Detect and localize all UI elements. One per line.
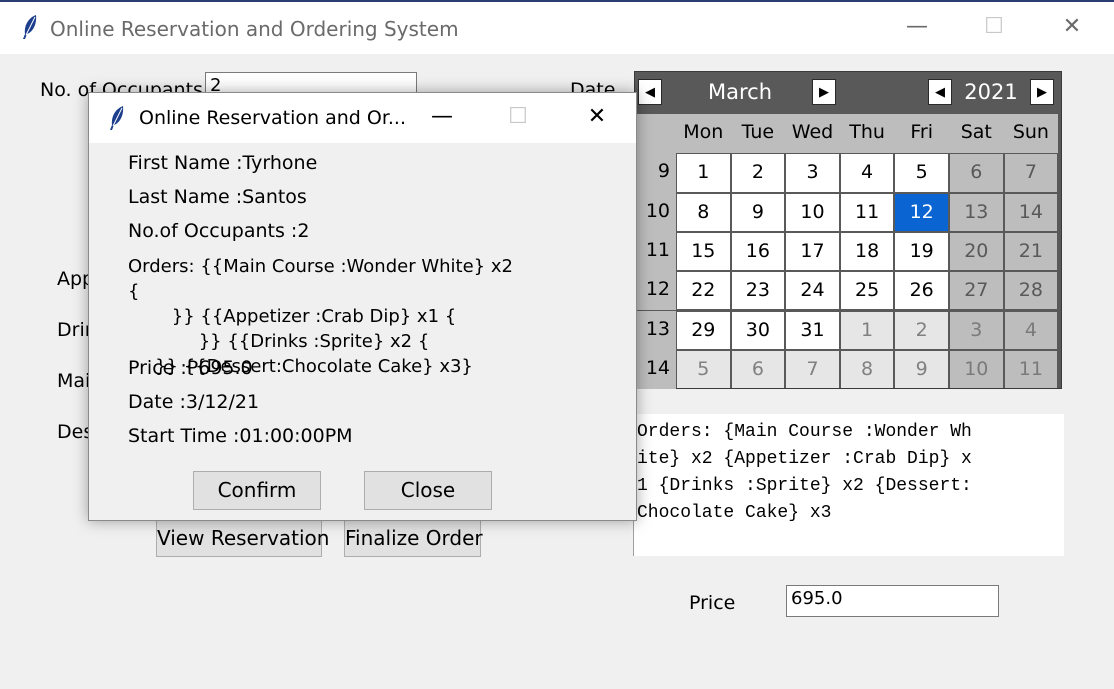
day-header: Wed [785,114,840,154]
dialog-close-action-button[interactable]: Close [364,471,492,510]
calendar-day[interactable]: 11 [1004,350,1058,389]
calendar-day[interactable]: 2 [731,154,785,192]
week-number: 10 [635,192,676,232]
calendar-day[interactable]: 21 [1004,232,1058,271]
prev-month-button[interactable]: ◀ [638,79,662,105]
calendar-day[interactable]: 28 [1004,272,1058,310]
week-number: 13 [635,310,676,350]
finalize-order-button[interactable]: Finalize Order [344,520,483,557]
day-header: Thu [839,114,895,154]
calendar-day[interactable]: 31 [786,311,839,349]
maximize-button[interactable]: ☐ [974,14,1014,39]
main-window-title: Online Reservation and Ordering System [50,17,459,41]
calendar-day[interactable]: 8 [677,193,730,231]
calendar-day[interactable]: 1 [840,311,894,349]
calendar-day[interactable]: 10 [786,193,839,231]
calendar[interactable]: ◀ March ▶ ◀ 2021 ▶ Mon Tue Wed Thu Fri Sat Sun… [634,71,1062,390]
calendar-day[interactable]: 3 [950,311,1003,349]
week-number: 14 [635,349,676,390]
price-input[interactable]: 695.0 [786,585,999,617]
calendar-day[interactable]: 1 [677,154,730,192]
price-text: Price :P695.0 [128,357,253,379]
day-header: Mon [676,114,731,154]
prev-year-button[interactable]: ◀ [928,79,952,105]
calendar-day[interactable]: 17 [786,232,839,271]
orders-textbox[interactable]: Orders: {Main Course :Wonder Wh ite} x2 … [634,414,1064,556]
dialog-maximize-button[interactable]: ☐ [498,104,538,129]
feather-icon [110,106,124,130]
calendar-day[interactable]: 7 [1004,154,1058,192]
occupants-text: No.of Occupants :2 [128,220,310,242]
calendar-day[interactable]: 19 [895,232,948,271]
calendar-corner [635,114,676,154]
calendar-day[interactable]: 4 [1004,311,1058,349]
date-text: Date :3/12/21 [128,391,260,413]
calendar-day[interactable]: 30 [731,311,785,349]
calendar-day[interactable]: 5 [895,154,948,192]
calendar-day[interactable]: 6 [731,350,785,389]
calendar-month: March [707,80,772,104]
calendar-day[interactable]: 11 [840,193,894,231]
next-month-button[interactable]: ▶ [812,79,836,105]
main-course-label: Mai [57,370,91,392]
orders-line: }} {{Appetizer :Crab Dip} x1 { [171,306,457,327]
calendar-day[interactable]: 23 [731,272,785,310]
dialog-title: Online Reservation and Or... [139,107,407,129]
week-number: 12 [635,271,676,311]
calendar-day[interactable]: 22 [677,272,730,310]
next-year-button[interactable]: ▶ [1030,79,1054,105]
minimize-button[interactable]: — [897,14,937,39]
calendar-day[interactable]: 9 [731,193,785,231]
calendar-day[interactable]: 15 [677,232,730,271]
dialog-minimize-button[interactable]: — [422,104,462,129]
dialog-close-button[interactable]: ✕ [577,104,617,129]
calendar-day[interactable]: 16 [731,232,785,271]
calendar-day[interactable]: 6 [950,154,1003,192]
view-reservation-button[interactable]: View Reservation [156,520,329,557]
day-header: Sat [949,114,1004,154]
calendar-day[interactable]: 26 [895,272,948,310]
day-header: Tue [730,114,786,154]
calendar-day[interactable]: 4 [840,154,894,192]
calendar-day-selected[interactable]: 12 [895,193,948,231]
calendar-day[interactable]: 7 [786,350,839,389]
calendar-grid: Mon Tue Wed Thu Fri Sat Sun 9 1 2 3 4 5 6 7 10 8 9 10 11 12 1… [635,114,1061,390]
calendar-day[interactable]: 25 [840,272,894,310]
calendar-day[interactable]: 27 [950,272,1003,310]
calendar-day[interactable]: 2 [895,311,948,349]
close-button[interactable]: ✕ [1052,14,1092,39]
price-label: Price [689,592,736,614]
confirm-dialog: Online Reservation and Or... — ☐ ✕ First… [88,92,637,521]
week-number: 9 [635,153,676,193]
calendar-day[interactable]: 13 [950,193,1003,231]
calendar-year: 2021 [964,80,1018,104]
day-header: Sun [1003,114,1059,154]
feather-icon [23,15,37,39]
start-time-text: Start Time :01:00:00PM [128,425,353,447]
orders-line: }} {{Drinks :Sprite} x2 { [198,331,430,352]
calendar-day[interactable]: 24 [786,272,839,310]
week-number: 11 [635,231,676,272]
confirm-button[interactable]: Confirm [193,471,321,510]
last-name-text: Last Name :Santos [128,186,307,208]
calendar-day[interactable]: 20 [950,232,1003,271]
calendar-day[interactable]: 3 [786,154,839,192]
first-name-text: First Name :Tyrhone [128,152,318,174]
calendar-day[interactable]: 29 [677,311,730,349]
orders-line: Orders: {{Main Course :Wonder White} x2 … [128,256,513,302]
calendar-day[interactable]: 8 [840,350,894,389]
calendar-day[interactable]: 9 [895,350,948,389]
day-header: Fri [894,114,949,154]
calendar-day[interactable]: 14 [1004,193,1058,231]
calendar-day[interactable]: 10 [950,350,1003,389]
calendar-day[interactable]: 5 [677,350,730,389]
calendar-day[interactable]: 18 [840,232,894,271]
